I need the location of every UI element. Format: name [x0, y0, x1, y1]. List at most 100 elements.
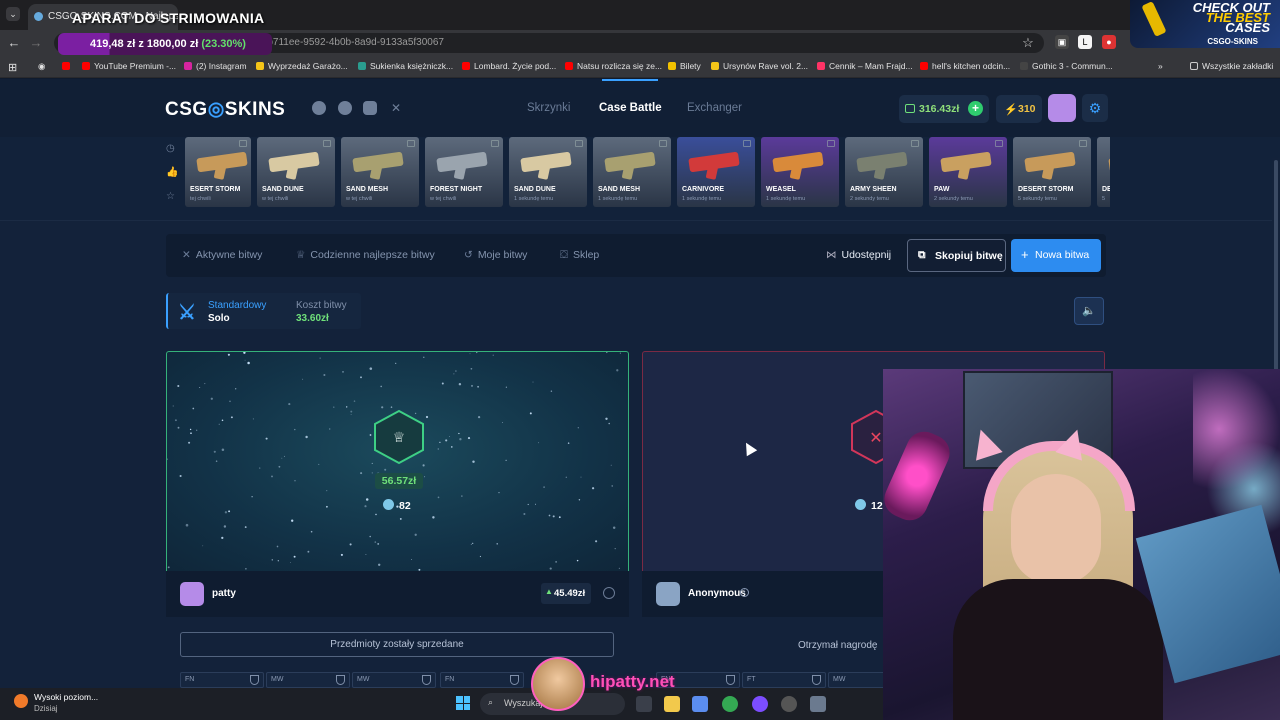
bookmark-item[interactable]: Ursynów Rave vol. 2... — [711, 61, 808, 71]
drop-skin-name: DESERT STORM — [1018, 186, 1074, 193]
drop-card[interactable]: DE 5 — [1097, 137, 1110, 207]
more-bookmarks-chevron-icon[interactable]: » — [1158, 61, 1163, 71]
bookmark-item[interactable]: Cennik – Mam Frajd... — [817, 61, 913, 71]
item-condition-tag[interactable]: FN — [440, 672, 524, 688]
obs-icon[interactable] — [781, 696, 797, 712]
star-dot — [369, 367, 373, 370]
drop-card[interactable]: SAND DUNE 1 sekundę temu — [509, 137, 587, 207]
weather-notification[interactable]: Wysoki poziom... Dzisiaj — [12, 692, 98, 713]
drop-card[interactable]: FOREST NIGHT w tej chwili — [425, 137, 503, 207]
all-bookmarks-folder[interactable]: Wszystkie zakładki — [1190, 61, 1273, 71]
star-dot — [439, 441, 441, 444]
instagram-icon[interactable] — [363, 101, 377, 115]
drop-card[interactable]: ARMY SHEEN 2 sekundy temu — [845, 137, 923, 207]
items-sold-button[interactable]: Przedmioty zostały sprzedane — [180, 632, 614, 657]
tab-my-battles[interactable]: ↺ Moje bitwy — [464, 249, 527, 261]
drop-card[interactable]: WEASEL 1 sekundę temu — [761, 137, 839, 207]
new-battle-button[interactable]: + Nowa bitwa — [1011, 239, 1101, 272]
app-icon[interactable] — [752, 696, 768, 712]
bookmark-item[interactable]: Gothic 3 - Commun... — [1020, 61, 1113, 71]
drop-card[interactable]: PAW 2 sekundy temu — [929, 137, 1007, 207]
user-avatar[interactable] — [1048, 94, 1076, 122]
bookmark-favicon-icon — [358, 62, 366, 70]
back-arrow-icon[interactable]: ← — [6, 35, 22, 51]
nav-exchanger[interactable]: Exchanger — [687, 102, 742, 114]
star-dot — [281, 457, 283, 459]
star-icon[interactable]: ☆ — [166, 191, 178, 203]
nav-skrzynki[interactable]: Skrzynki — [527, 102, 570, 114]
info-icon[interactable]: i — [740, 588, 749, 597]
bookmark-github-icon[interactable]: ◉ — [38, 61, 45, 72]
cost-label: Koszt bitwy — [296, 300, 347, 311]
deposit-plus-button[interactable]: + — [968, 101, 983, 116]
drop-card[interactable]: SAND MESH w tej chwili — [341, 137, 419, 207]
bookmark-item[interactable]: Sukienka księżniczk... — [358, 61, 453, 71]
bookmark-item[interactable]: YouTube Premium -... — [82, 61, 176, 71]
item-condition-tag[interactable]: FN — [180, 672, 264, 688]
shield-icon — [422, 675, 431, 685]
coin-icon: ⚡ — [1004, 104, 1018, 116]
emoji-icon[interactable] — [603, 587, 615, 599]
nav-case-battle[interactable]: Case Battle — [599, 102, 662, 114]
extension-l-icon[interactable]: L — [1078, 35, 1092, 49]
bookmark-item[interactable]: (2) Instagram — [184, 61, 247, 71]
player-2-avatar[interactable] — [656, 582, 680, 606]
item-condition-tag[interactable]: MW — [352, 672, 436, 688]
windows-start-icon[interactable] — [456, 696, 470, 710]
promo-banner[interactable]: CHECK OUT THE BEST CASES CSGO-SKINS — [1130, 0, 1280, 48]
site-logo[interactable]: CSG◎SKINS — [165, 98, 285, 121]
coins-display[interactable]: ⚡ 310 — [996, 95, 1042, 123]
bookmark-item[interactable]: Natsu rozlicza się ze... — [565, 61, 662, 71]
copy-battle-button[interactable]: ⧉ Skopiuj bitwę — [907, 239, 1006, 272]
tab-shop[interactable]: ⛋ Sklep — [560, 249, 599, 262]
chrome-icon[interactable] — [722, 696, 738, 712]
star-dot — [453, 373, 455, 375]
task-view-icon[interactable] — [636, 696, 652, 712]
facebook-icon[interactable] — [338, 101, 352, 115]
settings-icon[interactable] — [810, 696, 826, 712]
star-dot — [414, 533, 417, 536]
item-condition-tag[interactable]: MW — [266, 672, 350, 688]
sound-toggle-button[interactable]: 🔈 — [1074, 297, 1104, 325]
speaker-icon: 🔈 — [1082, 305, 1096, 317]
bookmark-youtube-icon[interactable] — [62, 61, 74, 71]
drop-skin-name: PAW — [934, 186, 950, 193]
drop-card[interactable]: SAND MESH 1 sekundę temu — [593, 137, 671, 207]
star-dot — [310, 530, 313, 533]
thumbs-up-icon[interactable]: 👍 — [166, 167, 178, 179]
store-icon[interactable] — [692, 696, 708, 712]
extension-icon[interactable]: ▣ — [1055, 35, 1069, 49]
balance-display[interactable]: 316.43zł + — [899, 95, 989, 123]
star-dot — [567, 442, 570, 444]
bookmark-item[interactable]: Lombard. Życie pod... — [462, 61, 556, 71]
drop-card[interactable]: DESERT STORM 5 sekundy temu — [1013, 137, 1091, 207]
x-twitter-icon[interactable]: ✕ — [389, 101, 403, 115]
apps-grid-icon[interactable]: ⊞ — [8, 61, 17, 74]
bookmark-item[interactable]: hell's kitchen odcin... — [920, 61, 1010, 71]
star-dot — [283, 455, 285, 457]
file-explorer-icon[interactable] — [664, 696, 680, 712]
share-button[interactable]: ⋈ Udostępnij — [826, 249, 891, 261]
tab-search-button[interactable]: ⌄ — [6, 7, 20, 21]
star-dot — [252, 418, 254, 420]
tab-active-battles[interactable]: ✕ Aktywne bitwy — [182, 249, 262, 261]
bookmark-item[interactable]: Bilety — [668, 61, 701, 71]
extension-red-icon[interactable]: ● — [1102, 35, 1116, 49]
drop-card[interactable]: SAND DUNE w tej chwili — [257, 137, 335, 207]
item-condition-tag[interactable]: FT — [742, 672, 826, 688]
player-2-name[interactable]: Anonymous — [688, 588, 746, 599]
player-1-avatar[interactable] — [180, 582, 204, 606]
discord-icon[interactable] — [312, 101, 326, 115]
drop-card[interactable]: CARNIVORE 1 sekundę temu — [677, 137, 755, 207]
forward-arrow-icon[interactable]: → — [28, 35, 44, 51]
bookmark-item[interactable]: Wyprzedaż Garażo... — [256, 61, 348, 71]
settings-gear-icon[interactable]: ⚙ — [1082, 94, 1108, 122]
player-1-name[interactable]: patty — [212, 588, 236, 599]
drop-card[interactable]: ESERT STORM tej chwili — [185, 137, 251, 207]
crossed-swords-icon: ⚔ — [178, 302, 196, 324]
tab-daily-best[interactable]: ♕ Codzienne najlepsze bitwy — [296, 249, 435, 261]
clock-icon[interactable]: ◷ — [166, 143, 178, 155]
star-dot — [399, 517, 402, 520]
drop-time: 1 sekundę temu — [766, 196, 806, 202]
bookmark-star-icon[interactable]: ☆ — [1020, 35, 1036, 51]
